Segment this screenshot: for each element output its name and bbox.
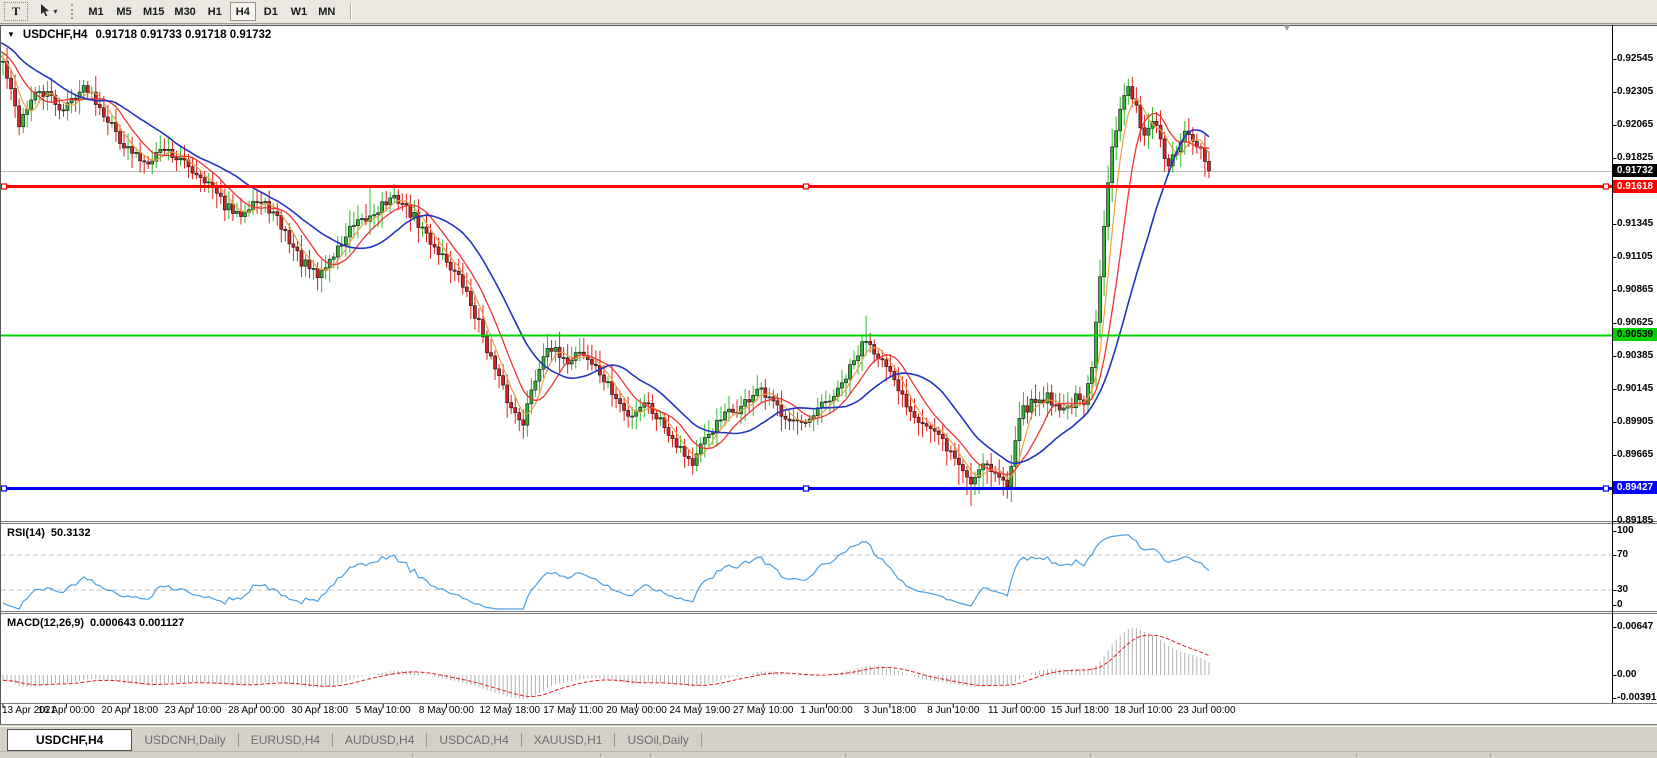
cursor-mode-button[interactable]: ▾ xyxy=(31,2,65,21)
symbol-label: USDCHF,H4 xyxy=(23,29,88,41)
date-axis-label: 28 Apr 00:00 xyxy=(228,705,285,716)
timeframe-button-m30[interactable]: M30 xyxy=(170,2,199,21)
date-axis-label: 23 Apr 10:00 xyxy=(165,705,222,716)
macd-axis-label: -0.003916 xyxy=(1617,692,1657,703)
price-axis-label: 0.90865 xyxy=(1617,284,1653,295)
chart-tab[interactable]: USDCAD,H4 xyxy=(427,733,520,747)
price-axis-label: 0.90385 xyxy=(1617,350,1653,361)
macd-values: 0.000643 0.001127 xyxy=(90,617,184,629)
date-axis-label: 17 May 11:00 xyxy=(543,705,603,716)
price-marker-0.90539: 0.90539 xyxy=(1613,328,1657,341)
support-line-handle[interactable] xyxy=(804,486,809,491)
date-axis-label: 11 Jun 00:00 xyxy=(988,705,1045,716)
text-tool-button[interactable]: T xyxy=(4,2,28,21)
date-axis-label: 15 Jun 18:00 xyxy=(1051,705,1109,716)
timeframe-button-w1[interactable]: W1 xyxy=(286,2,312,21)
timeframe-button-mn[interactable]: MN xyxy=(314,2,340,21)
chart-tab[interactable]: EURUSD,H4 xyxy=(239,733,332,747)
status-strip-separator xyxy=(650,753,651,757)
chart-ohlc-label: ▼ USDCHF,H4 0.91718 0.91733 0.91718 0.91… xyxy=(7,29,271,41)
rsi-axis-label: 0 xyxy=(1617,599,1623,610)
date-axis-label: 1 Jun 00:00 xyxy=(800,705,852,716)
timeframe-button-m1[interactable]: M1 xyxy=(83,2,109,21)
chart-tab-active[interactable]: USDCHF,H4 xyxy=(7,729,132,751)
top-toolbar: T ▾ M1M5M15M30H1H4D1W1MN xyxy=(0,0,1657,24)
price-marker-0.89427: 0.89427 xyxy=(1613,481,1657,494)
price-axis-label: 0.92545 xyxy=(1617,53,1653,64)
resistance-line-handle[interactable] xyxy=(2,184,7,189)
toolbar-separator xyxy=(350,3,352,20)
chart-tab-bar: USDCHF,H4USDCNH,DailyEURUSD,H4AUDUSD,H4U… xyxy=(0,726,1657,752)
date-axis-label: 3 Jun 18:00 xyxy=(864,705,916,716)
timeframe-button-h4[interactable]: H4 xyxy=(230,2,256,21)
timeframe-button-group: M1M5M15M30H1H4D1W1MN xyxy=(82,2,341,21)
macd-label: MACD(12,26,9) 0.000643 0.001127 xyxy=(7,617,184,629)
price-axis-label: 0.90145 xyxy=(1617,383,1653,394)
chart-canvas[interactable] xyxy=(0,0,1657,757)
price-axis-label: 0.91825 xyxy=(1617,152,1653,163)
date-axis-label: 27 May 10:00 xyxy=(733,705,794,716)
rsi-axis-label: 30 xyxy=(1617,584,1628,595)
date-axis-label: 5 May 10:00 xyxy=(356,705,411,716)
chart-tab[interactable]: USOil,Daily xyxy=(615,733,700,747)
macd-axis-label: 0.00 xyxy=(1617,669,1636,680)
chart-tab[interactable]: XAUUSD,H1 xyxy=(522,733,615,747)
cursor-icon xyxy=(38,3,51,20)
date-axis-label: 8 May 00:00 xyxy=(419,705,474,716)
date-axis-label: 20 May 00:00 xyxy=(606,705,667,716)
macd-axis-label: 0.00647 xyxy=(1617,621,1653,632)
collapse-arrow-icon[interactable]: ▼ xyxy=(7,31,15,39)
price-axis-label: 0.90625 xyxy=(1617,317,1653,328)
rsi-axis-label: 100 xyxy=(1617,525,1634,536)
status-strip-separator xyxy=(1090,753,1091,757)
price-axis-label: 0.89905 xyxy=(1617,416,1653,427)
timeframe-button-d1[interactable]: D1 xyxy=(258,2,284,21)
rsi-value: 50.3132 xyxy=(51,527,91,539)
support-line-handle[interactable] xyxy=(1604,486,1609,491)
price-marker-0.91618: 0.91618 xyxy=(1613,180,1657,193)
price-marker-0.91732: 0.91732 xyxy=(1613,164,1657,177)
chart-tab[interactable]: USDCNH,Daily xyxy=(132,733,237,747)
tab-separator xyxy=(701,733,702,747)
date-axis-label: 12 May 18:00 xyxy=(479,705,540,716)
status-strip-separator xyxy=(600,753,601,757)
toolbar-grip xyxy=(71,4,75,19)
ohlc-values: 0.91718 0.91733 0.91718 0.91732 xyxy=(95,29,271,41)
date-axis-label: 16 Apr 00:00 xyxy=(38,705,95,716)
price-axis-label: 0.89665 xyxy=(1617,449,1653,460)
macd-name: MACD(12,26,9) xyxy=(7,617,84,629)
chart-tab[interactable]: AUDUSD,H4 xyxy=(333,733,426,747)
date-axis-label: 8 Jun 10:00 xyxy=(927,705,979,716)
timeframe-button-m15[interactable]: M15 xyxy=(139,2,168,21)
status-strip-separator xyxy=(412,753,413,757)
date-axis-label: 30 Apr 18:00 xyxy=(291,705,348,716)
price-axis-label: 0.92065 xyxy=(1617,119,1653,130)
rsi-name: RSI(14) xyxy=(7,527,45,539)
chevron-down-icon: ▾ xyxy=(53,7,57,16)
timeframe-button-m5[interactable]: M5 xyxy=(111,2,137,21)
scroll-end-marker-icon[interactable]: ▼ xyxy=(1282,24,1292,34)
resistance-line-handle[interactable] xyxy=(1604,184,1609,189)
support-line-handle[interactable] xyxy=(2,486,7,491)
date-axis-label: 20 Apr 18:00 xyxy=(101,705,158,716)
rsi-axis-label: 70 xyxy=(1617,549,1628,560)
status-strip-separator xyxy=(1490,753,1491,757)
date-axis-label: 23 Jun 00:00 xyxy=(1178,705,1236,716)
price-axis-label: 0.91345 xyxy=(1617,218,1653,229)
status-strip-separator xyxy=(845,753,846,757)
date-axis-label: 24 May 19:00 xyxy=(670,705,731,716)
timeframe-button-h1[interactable]: H1 xyxy=(202,2,228,21)
status-strip-separator xyxy=(1356,753,1357,757)
price-axis-label: 0.92305 xyxy=(1617,86,1653,97)
rsi-label: RSI(14) 50.3132 xyxy=(7,527,91,539)
resistance-line-handle[interactable] xyxy=(804,184,809,189)
price-axis-label: 0.91105 xyxy=(1617,251,1653,262)
date-axis-label: 18 Jun 10:00 xyxy=(1114,705,1172,716)
